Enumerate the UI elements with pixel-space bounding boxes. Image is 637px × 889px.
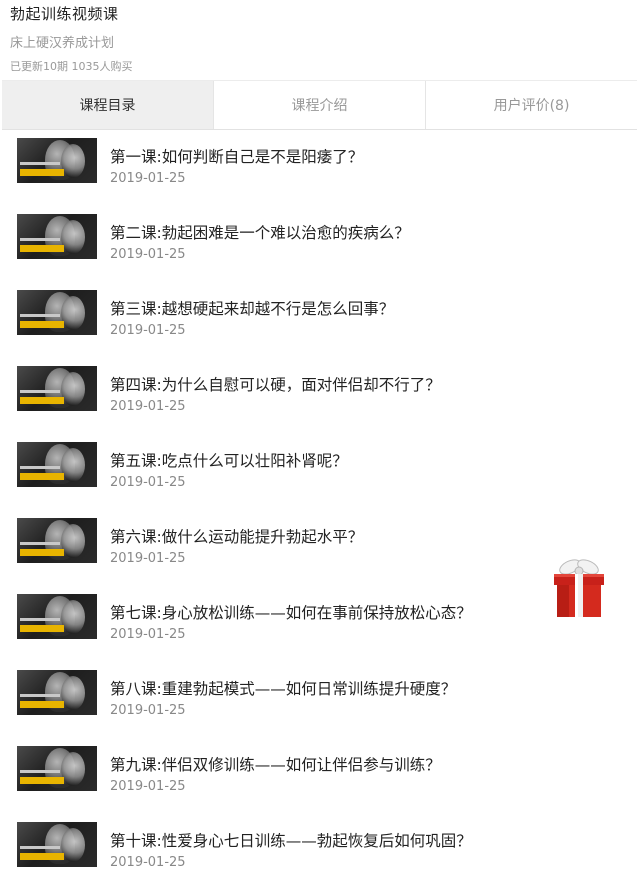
lesson-date: 2019-01-25 (110, 551, 186, 566)
lesson-title: 第四课:为什么自慰可以硬，面对伴侣却不行了？ (110, 376, 441, 394)
tab-introduction[interactable]: 课程介绍 (214, 81, 426, 129)
lesson-date: 2019-01-25 (110, 475, 186, 490)
lesson-title: 第三课:越想硬起来却越不行是怎么回事？ (110, 300, 395, 318)
lesson-date: 2019-01-25 (110, 247, 186, 262)
lesson-thumbnail (17, 518, 97, 563)
lesson-thumbnail (17, 746, 97, 791)
tab-bar: 课程目录 课程介绍 用户评价(8) (2, 80, 637, 130)
tab-catalog[interactable]: 课程目录 (2, 81, 214, 129)
lesson-thumbnail (17, 214, 97, 259)
lesson-date: 2019-01-25 (110, 399, 186, 414)
lesson-title: 第九课:伴侣双修训练——如何让伴侣参与训练？ (110, 756, 441, 774)
gift-icon[interactable] (553, 558, 605, 618)
course-stats: 已更新10期 1035人购买 (10, 60, 133, 73)
lesson-date: 2019-01-25 (110, 323, 186, 338)
lesson-thumbnail (17, 822, 97, 867)
lesson-item[interactable]: 第八课:重建勃起模式——如何日常训练提升硬度？ 2019-01-25 (0, 661, 637, 737)
course-header: 勃起训练视频课 床上硬汉养成计划 已更新10期 1035人购买 (0, 0, 637, 80)
lesson-title: 第八课:重建勃起模式——如何日常训练提升硬度？ (110, 680, 457, 698)
course-title: 勃起训练视频课 (10, 5, 119, 23)
lesson-title: 第五课:吃点什么可以壮阳补肾呢？ (110, 452, 348, 470)
lesson-title: 第一课:如何判断自己是不是阳痿了？ (110, 148, 364, 166)
lesson-date: 2019-01-25 (110, 171, 186, 186)
lesson-title: 第十课:性爱身心七日训练——勃起恢复后如何巩固？ (110, 832, 472, 850)
lesson-thumbnail (17, 442, 97, 487)
lesson-item[interactable]: 第九课:伴侣双修训练——如何让伴侣参与训练？ 2019-01-25 (0, 737, 637, 813)
lesson-date: 2019-01-25 (110, 627, 186, 642)
lesson-item[interactable]: 第十课:性爱身心七日训练——勃起恢复后如何巩固？ 2019-01-25 (0, 813, 637, 889)
course-subtitle: 床上硬汉养成计划 (10, 36, 115, 51)
lesson-item[interactable]: 第四课:为什么自慰可以硬，面对伴侣却不行了？ 2019-01-25 (0, 357, 637, 433)
lesson-thumbnail (17, 290, 97, 335)
lesson-date: 2019-01-25 (110, 779, 186, 794)
lesson-thumbnail (17, 670, 97, 715)
lesson-item[interactable]: 第七课:身心放松训练——如何在事前保持放松心态？ 2019-01-25 (0, 585, 637, 661)
lesson-date: 2019-01-25 (110, 855, 186, 870)
tab-reviews[interactable]: 用户评价(8) (426, 81, 637, 129)
lesson-item[interactable]: 第二课:勃起困难是一个难以治愈的疾病么？ 2019-01-25 (0, 205, 637, 281)
lesson-title: 第七课:身心放松训练——如何在事前保持放松心态？ (110, 604, 472, 622)
lesson-thumbnail (17, 138, 97, 183)
lesson-item[interactable]: 第五课:吃点什么可以壮阳补肾呢？ 2019-01-25 (0, 433, 637, 509)
lesson-title: 第二课:勃起困难是一个难以治愈的疾病么？ (110, 224, 410, 242)
lesson-title: 第六课:做什么运动能提升勃起水平？ (110, 528, 364, 546)
lesson-item[interactable]: 第六课:做什么运动能提升勃起水平？ 2019-01-25 (0, 509, 637, 585)
lesson-thumbnail (17, 366, 97, 411)
lesson-date: 2019-01-25 (110, 703, 186, 718)
lesson-item[interactable]: 第一课:如何判断自己是不是阳痿了？ 2019-01-25 (0, 129, 637, 205)
lesson-item[interactable]: 第三课:越想硬起来却越不行是怎么回事？ 2019-01-25 (0, 281, 637, 357)
lesson-thumbnail (17, 594, 97, 639)
